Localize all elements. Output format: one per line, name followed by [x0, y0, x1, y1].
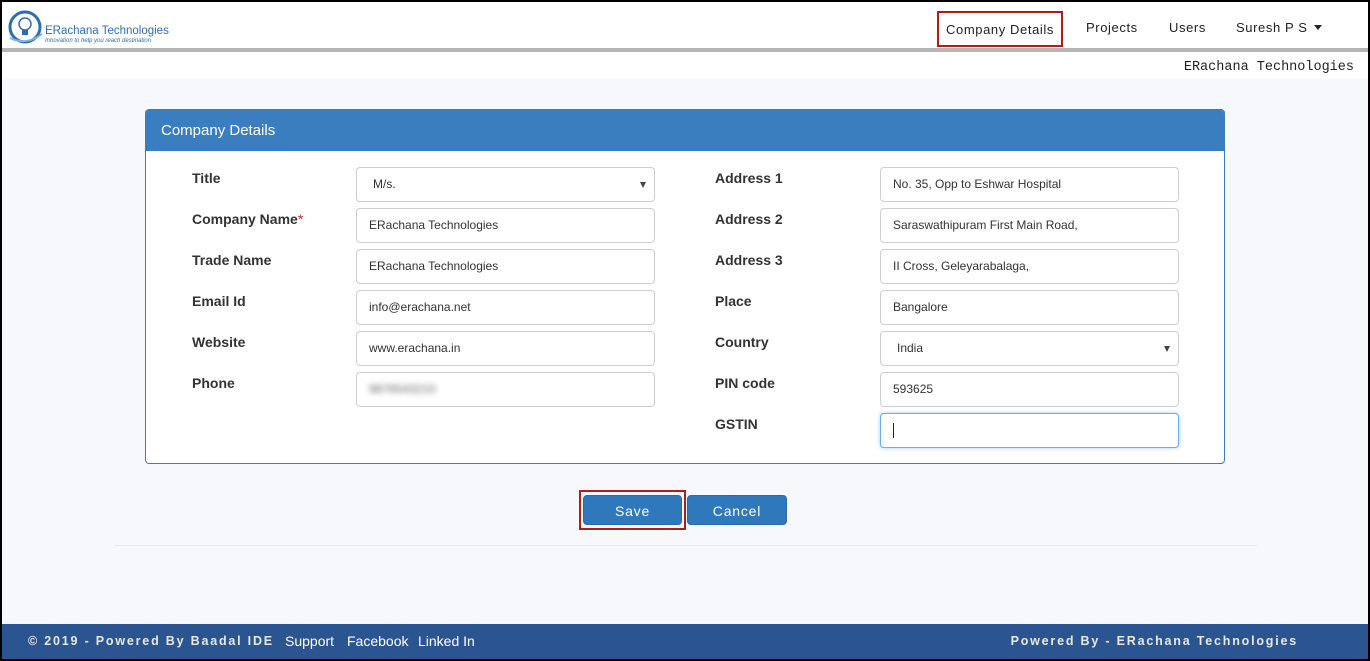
- title-select[interactable]: M/s.: [356, 167, 655, 202]
- country-select-value: India: [897, 341, 924, 355]
- user-menu[interactable]: Suresh P S: [1236, 11, 1322, 47]
- gstin-input[interactable]: [880, 413, 1179, 448]
- nav-projects[interactable]: Projects: [1086, 11, 1138, 47]
- title-label: Title: [192, 170, 221, 186]
- bulb-logo-icon: [8, 10, 43, 44]
- nav-users[interactable]: Users: [1169, 11, 1206, 47]
- brand-logo[interactable]: ERachana Technologies Innovation to help…: [8, 10, 169, 46]
- website-input[interactable]: www.erachana.in: [356, 331, 655, 366]
- title-select-value: M/s.: [373, 177, 396, 191]
- footer-support-link[interactable]: Support: [285, 633, 334, 649]
- phone-input-value: 9876543210: [369, 382, 436, 396]
- panel-title: Company Details: [146, 110, 1224, 151]
- pin-code-label: PIN code: [715, 375, 775, 391]
- phone-label: Phone: [192, 375, 235, 391]
- top-navbar: ERachana Technologies Innovation to help…: [2, 2, 1368, 52]
- cancel-button[interactable]: Cancel: [687, 495, 787, 525]
- caret-down-icon: [1313, 25, 1322, 30]
- address3-label: Address 3: [715, 252, 783, 268]
- footer: © 2019 - Powered By Baadal IDE Support F…: [2, 624, 1368, 659]
- content-divider: [115, 545, 1257, 546]
- trade-name-label: Trade Name: [192, 252, 272, 268]
- footer-linkedin-link[interactable]: Linked In: [418, 633, 475, 649]
- organization-name: ERachana Technologies: [1183, 60, 1354, 75]
- nav-company-details[interactable]: Company Details: [937, 11, 1063, 47]
- address1-label: Address 1: [715, 170, 783, 186]
- company-name-input[interactable]: ERachana Technologies: [356, 208, 655, 243]
- place-input[interactable]: Bangalore: [880, 290, 1179, 325]
- address1-input[interactable]: No. 35, Opp to Eshwar Hospital: [880, 167, 1179, 202]
- address2-label: Address 2: [715, 211, 783, 227]
- save-button[interactable]: Save: [583, 495, 682, 525]
- pin-code-input[interactable]: 593625: [880, 372, 1179, 407]
- trade-name-input[interactable]: ERachana Technologies: [356, 249, 655, 284]
- company-details-panel: Company Details Title Company Name* Trad…: [145, 109, 1225, 464]
- text-cursor: [893, 423, 894, 438]
- required-marker: *: [297, 211, 304, 227]
- email-label: Email Id: [192, 293, 246, 309]
- footer-powered-by: Powered By - ERachana Technologies: [1010, 634, 1298, 648]
- email-input[interactable]: info@erachana.net: [356, 290, 655, 325]
- select-caret-icon: [1164, 346, 1170, 352]
- select-caret-icon: [640, 182, 646, 188]
- footer-copyright: © 2019 - Powered By Baadal IDE: [28, 634, 274, 648]
- user-menu-label: Suresh P S: [1236, 20, 1308, 35]
- place-label: Place: [715, 293, 752, 309]
- phone-input[interactable]: 9876543210: [356, 372, 655, 407]
- footer-facebook-link[interactable]: Facebook: [347, 633, 408, 649]
- brand-name: ERachana Technologies: [45, 25, 169, 37]
- gstin-label: GSTIN: [715, 416, 758, 432]
- brand-tagline: Innovation to help you reach destination: [45, 38, 152, 44]
- company-name-label: Company Name*: [192, 211, 304, 227]
- country-select[interactable]: India: [880, 331, 1179, 366]
- address2-input[interactable]: Saraswathipuram First Main Road,: [880, 208, 1179, 243]
- website-label: Website: [192, 334, 246, 350]
- address3-input[interactable]: II Cross, Geleyarabalaga,: [880, 249, 1179, 284]
- country-label: Country: [715, 334, 769, 350]
